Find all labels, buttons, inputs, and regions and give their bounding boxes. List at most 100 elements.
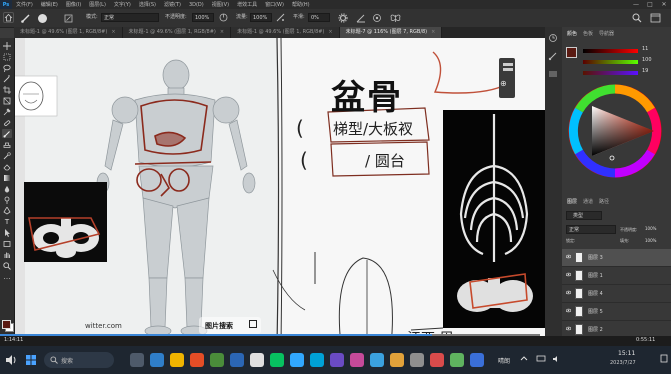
menu-filter[interactable]: 滤镜(T): [160, 1, 185, 8]
eyedropper-tool-icon[interactable]: [2, 107, 12, 116]
tray-chevron-icon[interactable]: [520, 355, 528, 365]
close-tab-icon[interactable]: ×: [328, 29, 332, 35]
app-icon[interactable]: [330, 353, 344, 367]
foreground-color-chip[interactable]: [566, 47, 577, 58]
app-icon[interactable]: [450, 353, 464, 367]
close-tab-icon[interactable]: ×: [220, 29, 224, 35]
foreground-color-swatch[interactable]: [2, 320, 11, 329]
photoshop-icon[interactable]: [290, 353, 304, 367]
menu-3d[interactable]: 3D(D): [185, 2, 208, 8]
color-wheel[interactable]: [568, 84, 662, 178]
document-tab-active[interactable]: 未标题-7 @ 116% (图层 7, RGB/8) ×: [339, 27, 443, 38]
green-value[interactable]: 100: [642, 57, 652, 63]
layer-filter-select[interactable]: 类型: [566, 211, 602, 220]
menu-image[interactable]: 图像(I): [62, 1, 85, 8]
brush-preset-icon[interactable]: [20, 13, 32, 25]
red-slider[interactable]: [583, 49, 638, 53]
blur-tool-icon[interactable]: [2, 184, 12, 193]
dodge-tool-icon[interactable]: [2, 195, 12, 204]
pressure-size-icon[interactable]: [372, 13, 382, 25]
layer-opacity-value[interactable]: 100%: [645, 226, 656, 231]
eraser-tool-icon[interactable]: [2, 162, 12, 171]
bilibili-icon[interactable]: [310, 353, 324, 367]
visibility-eye-icon[interactable]: [565, 326, 572, 331]
brush-size-icon[interactable]: [38, 14, 47, 23]
more-tools-icon[interactable]: …: [2, 272, 12, 281]
close-tab-icon[interactable]: ×: [431, 29, 435, 35]
menu-plugins[interactable]: 增效工具: [233, 1, 261, 8]
app-icon[interactable]: [430, 353, 444, 367]
workspace-icon[interactable]: [650, 13, 661, 25]
visibility-eye-icon[interactable]: [565, 254, 572, 259]
layer-name[interactable]: 图层 2: [588, 326, 603, 333]
brush-settings-icon[interactable]: [64, 14, 73, 25]
search-icon[interactable]: [632, 13, 642, 25]
magic-wand-tool-icon[interactable]: [2, 74, 12, 83]
brush-tool-icon[interactable]: [2, 129, 12, 138]
layer-row[interactable]: 图层 5: [562, 303, 671, 321]
app-icon[interactable]: [410, 353, 424, 367]
home-icon[interactable]: [3, 12, 14, 23]
image-search-icon[interactable]: [249, 320, 257, 328]
app-icon[interactable]: [470, 353, 484, 367]
healing-brush-tool-icon[interactable]: [2, 118, 12, 127]
green-slider[interactable]: [583, 60, 638, 64]
document-tab[interactable]: 未标题-1 @ 49.6% (图层 1, RGB/8#) ×: [14, 27, 123, 38]
network-icon[interactable]: [536, 355, 546, 365]
file-explorer-icon[interactable]: [170, 353, 184, 367]
smoothing-input[interactable]: 0%: [308, 13, 330, 22]
tab-layers[interactable]: 图层: [564, 197, 580, 207]
clock-date[interactable]: 2023/7/27: [610, 360, 636, 366]
brush-settings-icon[interactable]: [548, 51, 558, 63]
frame-tool-icon[interactable]: [2, 96, 12, 105]
layer-name[interactable]: 图层 5: [588, 308, 603, 315]
menu-file[interactable]: 文件(F): [12, 1, 37, 8]
type-tool-icon[interactable]: T: [2, 217, 12, 226]
image-search-button[interactable]: 图片搜索: [205, 321, 233, 331]
rectangle-tool-icon[interactable]: [2, 239, 12, 248]
menu-select[interactable]: 选择(S): [135, 1, 160, 8]
reference-panel-icon[interactable]: [502, 62, 514, 78]
tab-paths[interactable]: 路径: [596, 197, 612, 207]
marquee-tool-icon[interactable]: [2, 52, 12, 61]
app-icon[interactable]: [230, 353, 244, 367]
app-icon[interactable]: [190, 353, 204, 367]
lasso-tool-icon[interactable]: [2, 63, 12, 72]
fill-value[interactable]: 100%: [645, 238, 656, 243]
red-value[interactable]: 11: [642, 46, 648, 52]
layer-row[interactable]: 图层 1: [562, 267, 671, 285]
layer-name[interactable]: 图层 4: [588, 290, 603, 297]
smoothing-options-gear-icon[interactable]: [338, 13, 348, 25]
pressure-opacity-icon[interactable]: [219, 13, 228, 24]
app-icon[interactable]: [370, 353, 384, 367]
document-tab[interactable]: 未标题-1 @ 49.6% (图层 1, RGB/8#) ×: [122, 27, 232, 38]
start-menu-icon[interactable]: [24, 353, 38, 367]
visibility-eye-icon[interactable]: [565, 272, 572, 277]
app-icon[interactable]: [350, 353, 364, 367]
close-tab-icon[interactable]: ×: [111, 29, 115, 35]
path-selection-tool-icon[interactable]: [2, 228, 12, 237]
blend-mode-select[interactable]: 正常: [566, 225, 616, 234]
chrome-icon[interactable]: [250, 353, 264, 367]
app-icon[interactable]: [210, 353, 224, 367]
menu-type[interactable]: 文字(Y): [110, 1, 135, 8]
move-tool-icon[interactable]: [2, 41, 12, 50]
airbrush-icon[interactable]: [276, 13, 286, 24]
tab-color[interactable]: 颜色: [564, 29, 580, 39]
edge-browser-icon[interactable]: [150, 353, 164, 367]
angle-icon[interactable]: [356, 13, 366, 25]
sound-icon[interactable]: [552, 355, 561, 365]
flow-input[interactable]: 100%: [250, 13, 272, 22]
properties-icon[interactable]: [548, 69, 558, 81]
blue-value[interactable]: 19: [642, 68, 648, 74]
menu-view[interactable]: 视图(V): [208, 1, 233, 8]
visibility-eye-icon[interactable]: [565, 308, 572, 313]
layer-name[interactable]: 图层 1: [588, 272, 603, 279]
menu-edit[interactable]: 编辑(E): [37, 1, 62, 8]
menu-layer[interactable]: 图层(L): [85, 1, 110, 8]
wechat-icon[interactable]: [270, 353, 284, 367]
gradient-tool-icon[interactable]: [2, 173, 12, 182]
menu-help[interactable]: 帮助(H): [288, 1, 314, 8]
history-brush-tool-icon[interactable]: [2, 151, 12, 160]
zoom-tool-icon[interactable]: [2, 261, 12, 270]
